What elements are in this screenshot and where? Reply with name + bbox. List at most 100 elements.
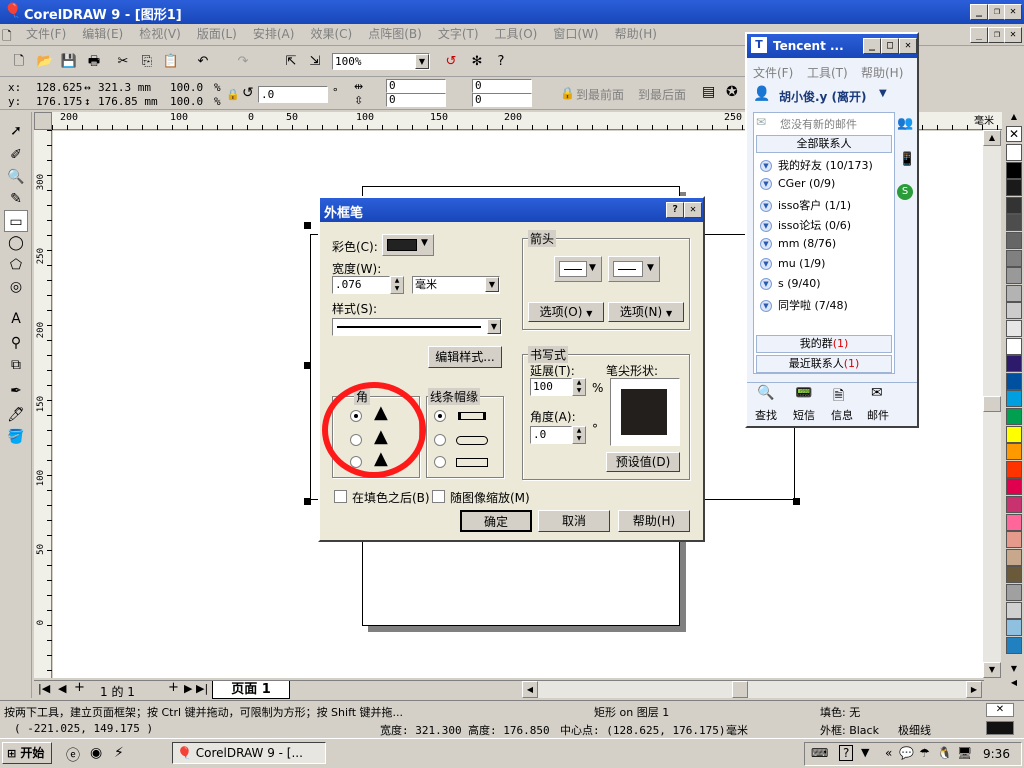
color-swatch[interactable] xyxy=(1006,214,1022,232)
pick-tool-icon[interactable]: ➚ xyxy=(4,120,28,142)
shape-tool-icon[interactable]: ✐ xyxy=(4,144,28,166)
stretch-field[interactable]: 100 xyxy=(530,378,572,396)
menu-edit[interactable]: 编辑(E) xyxy=(74,24,131,44)
scroll-down-icon[interactable]: ▼ xyxy=(983,662,1001,678)
color-swatch[interactable] xyxy=(1006,636,1022,654)
qq-menu-file[interactable]: 文件(F) xyxy=(753,64,793,81)
color-swatch[interactable] xyxy=(1006,548,1022,566)
selection-handle[interactable] xyxy=(304,498,311,505)
angle-spinner[interactable]: ▲ ▼ xyxy=(572,426,586,444)
dialog-title-bar[interactable]: 外框笔 ? ✕ xyxy=(320,198,703,222)
copy-icon[interactable]: ⎘ xyxy=(136,51,158,73)
new-icon[interactable]: 🗋 xyxy=(8,51,30,73)
minimize-button[interactable]: _ xyxy=(970,4,988,20)
color-swatch[interactable] xyxy=(1006,390,1022,408)
qq-group-item[interactable]: ▼ 同学啦 (7/48) xyxy=(760,297,848,313)
unit-dropdown-icon[interactable]: ▼ xyxy=(485,277,499,292)
dialog-close-button[interactable]: ✕ xyxy=(684,202,702,218)
color-swatch[interactable] xyxy=(1006,161,1022,179)
menu-text[interactable]: 文字(T) xyxy=(430,24,487,44)
close-button[interactable]: ✕ xyxy=(1004,4,1022,20)
h-scroll-thumb[interactable] xyxy=(732,681,748,698)
zoom-tool-icon[interactable]: 🔍 xyxy=(4,166,28,188)
palette-down-icon[interactable]: ▼ xyxy=(1006,664,1022,676)
convert-curves-icon[interactable]: ✪ xyxy=(726,84,738,100)
menu-bitmaps[interactable]: 点阵图(B) xyxy=(360,24,430,44)
my-groups-tab[interactable]: 我的群(1) xyxy=(756,335,892,353)
freehand-tool-icon[interactable]: ✎ xyxy=(4,188,28,210)
cancel-button[interactable]: 取消 xyxy=(538,510,610,532)
next-page-icon[interactable]: ▶ xyxy=(184,682,192,695)
corner-2-field[interactable]: 0 xyxy=(386,93,446,107)
help-button[interactable]: 帮助(H) xyxy=(618,510,690,532)
menu-arrange[interactable]: 安排(A) xyxy=(245,24,303,44)
doc-close-button[interactable]: ✕ xyxy=(1004,27,1022,43)
color-swatch[interactable] xyxy=(1006,408,1022,425)
doc-minimize-button[interactable]: _ xyxy=(970,27,988,43)
cut-icon[interactable]: ✂ xyxy=(112,51,134,73)
behind-fill-checkbox[interactable] xyxy=(334,490,347,503)
page-tab[interactable]: 页面 1 xyxy=(212,681,290,699)
ellipse-tool-icon[interactable]: ◯ xyxy=(4,232,28,254)
first-page-icon[interactable]: |◀ xyxy=(38,682,50,695)
quicklaunch-browser-icon[interactable]: ◉ xyxy=(90,745,102,761)
qq-friend-icon[interactable]: 👥 xyxy=(897,116,913,131)
color-swatch[interactable] xyxy=(1006,144,1022,161)
outline-color-swatch[interactable] xyxy=(986,721,1014,735)
arrow-options-right-button[interactable]: 选项(N) ▼ xyxy=(608,302,684,322)
color-picker-button[interactable]: ▼ xyxy=(382,234,434,256)
mail-notice[interactable]: 您没有新的邮件 xyxy=(780,116,857,132)
palette-expand-icon[interactable]: ◀ xyxy=(1006,678,1022,690)
no-color-swatch[interactable]: ✕ xyxy=(1006,126,1022,142)
rectangle-tool-icon[interactable]: ▭ xyxy=(4,210,28,232)
taskbar-coreldraw-button[interactable]: 🎈 CorelDRAW 9 - [... xyxy=(172,742,326,764)
to-back-button[interactable]: 到最后面 xyxy=(638,86,686,103)
qq-group-item[interactable]: ▼ CGer (0/9) xyxy=(760,177,835,190)
tray-input-icon[interactable]: ▼ xyxy=(861,746,869,759)
add-page-after-icon[interactable]: + xyxy=(168,680,179,695)
menu-layout[interactable]: 版面(L) xyxy=(189,24,245,44)
start-button[interactable]: ⊞ 开始 xyxy=(2,742,52,764)
to-front-button[interactable]: 到最前面 xyxy=(576,86,624,103)
selection-handle[interactable] xyxy=(304,222,311,229)
qq-info-label[interactable]: 信息 xyxy=(831,407,853,423)
blend-tool-icon[interactable]: ⧉ xyxy=(4,354,28,376)
qq-search-label[interactable]: 查找 xyxy=(755,407,777,423)
qq-group-item[interactable]: ▼ isso客户 (1/1) xyxy=(760,197,851,213)
color-swatch[interactable] xyxy=(1006,267,1022,285)
scroll-up-icon[interactable]: ▲ xyxy=(983,130,1001,146)
color-swatch[interactable] xyxy=(1006,320,1022,337)
vertical-scrollbar[interactable]: ▲ ▼ xyxy=(983,130,1001,678)
color-swatch[interactable] xyxy=(1006,284,1022,302)
tray-monitor-icon[interactable]: 🖥 xyxy=(957,746,972,760)
edit-style-button[interactable]: 编辑样式... xyxy=(428,346,502,368)
vertical-ruler[interactable]: 300 250 200 150 100 50 0 xyxy=(34,130,52,678)
help-pointer-icon[interactable]: ? xyxy=(490,51,512,73)
menu-view[interactable]: 检视(V) xyxy=(131,24,189,44)
scroll-thumb[interactable] xyxy=(983,396,1001,412)
import-icon[interactable]: ⇱ xyxy=(280,51,302,73)
qq-user-status[interactable]: 胡小俊.y (离开) xyxy=(779,88,867,105)
prev-page-icon[interactable]: ◀ xyxy=(58,682,66,695)
print-icon[interactable]: 🖶 xyxy=(83,51,105,73)
recent-contacts-tab[interactable]: 最近联系人(1) xyxy=(756,355,892,373)
scale-with-image-checkbox[interactable] xyxy=(432,490,445,503)
scale-x-value[interactable]: 100.0 xyxy=(170,81,203,94)
lock-icon[interactable]: 🔒 xyxy=(226,88,240,101)
cap-round-radio[interactable] xyxy=(434,434,446,446)
tray-expand-icon[interactable]: « xyxy=(885,746,892,760)
color-swatch[interactable] xyxy=(1006,355,1022,373)
color-swatch[interactable] xyxy=(1006,425,1022,443)
zoom-dropdown-icon[interactable]: ▼ xyxy=(415,54,429,69)
color-swatch[interactable] xyxy=(1006,337,1022,355)
color-swatch[interactable] xyxy=(1006,531,1022,549)
redo-icon[interactable]: ↷ xyxy=(232,51,254,73)
scale-y-value[interactable]: 100.0 xyxy=(170,95,203,108)
palette-up-icon[interactable]: ▲ xyxy=(1006,112,1022,124)
menu-effects[interactable]: 效果(C) xyxy=(302,24,360,44)
qq-group-item[interactable]: ▼ s (9/40) xyxy=(760,277,821,290)
qq-title-bar[interactable]: T Tencent ... _ □ ✕ xyxy=(747,34,917,58)
paste-icon[interactable]: 📋 xyxy=(160,51,182,73)
undo-icon[interactable]: ↶ xyxy=(192,51,214,73)
end-arrow-select[interactable]: ▼ xyxy=(608,256,660,282)
